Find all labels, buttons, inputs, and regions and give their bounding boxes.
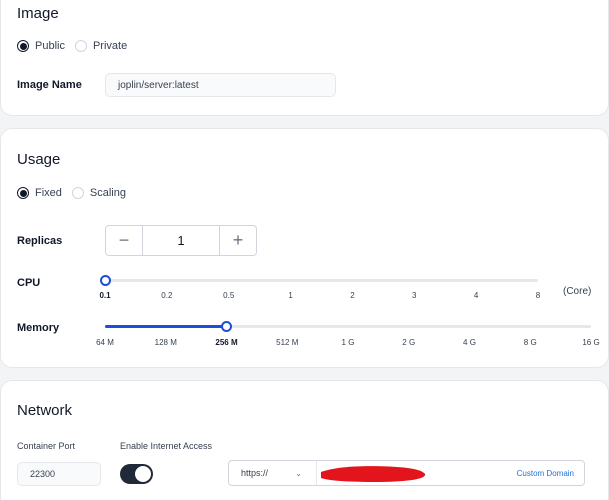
memory-tick-label[interactable]: 8 G: [524, 338, 537, 347]
cpu-label: CPU: [17, 277, 41, 289]
internet-access-toggle[interactable]: [120, 464, 153, 484]
protocol-value: https://: [241, 468, 269, 478]
radio-private-label: Private: [92, 40, 128, 52]
usage-mode-radio-group: Fixed Scaling: [17, 187, 136, 199]
redaction-mark: [321, 466, 426, 482]
container-port-input[interactable]: 22300: [17, 462, 101, 486]
radio-fixed[interactable]: Fixed: [17, 187, 62, 199]
domain-input-group: https:// ⌄ Custom Domain: [228, 460, 585, 486]
image-name-input[interactable]: joplin/server:latest: [105, 73, 336, 97]
custom-domain-link[interactable]: Custom Domain: [517, 461, 574, 485]
visibility-radio-group: Public Private: [17, 40, 137, 52]
memory-tick-label[interactable]: 1 G: [342, 338, 355, 347]
usage-section-title: Usage: [17, 151, 61, 168]
cpu-slider-thumb[interactable]: [99, 275, 111, 286]
image-name-label: Image Name: [17, 79, 82, 91]
cpu-tick-label[interactable]: 4: [474, 291, 478, 300]
radio-scaling[interactable]: Scaling: [71, 187, 126, 199]
internet-access-label: Enable Internet Access: [120, 441, 213, 451]
cpu-unit-label: (Core): [563, 286, 592, 297]
cpu-tick-label[interactable]: 1: [288, 291, 292, 300]
redaction-scribble: [321, 466, 426, 482]
memory-tick-label[interactable]: 512 M: [276, 338, 298, 347]
image-section-title: Image: [17, 5, 59, 22]
memory-tick-label[interactable]: 4 G: [463, 338, 476, 347]
radio-public[interactable]: Public: [17, 40, 65, 52]
radio-public-indicator[interactable]: [17, 40, 29, 52]
replicas-stepper: − 1 +: [105, 225, 257, 256]
usage-card: [0, 128, 609, 368]
radio-public-label: Public: [35, 40, 65, 52]
container-port-label: Container Port: [17, 441, 76, 451]
network-section-title: Network: [17, 402, 73, 419]
replicas-increment-button[interactable]: +: [220, 226, 256, 255]
cpu-tick-label[interactable]: 0.5: [223, 291, 234, 300]
radio-private[interactable]: Private: [74, 40, 128, 52]
protocol-select[interactable]: https:// ⌄: [229, 461, 317, 485]
memory-slider-fill: [105, 325, 227, 328]
cpu-slider-track[interactable]: [105, 279, 538, 282]
replicas-label: Replicas: [17, 235, 63, 247]
radio-fixed-label: Fixed: [35, 187, 62, 199]
memory-tick-label[interactable]: 128 M: [155, 338, 177, 347]
cpu-tick-label[interactable]: 0.1: [99, 291, 110, 300]
memory-tick-label[interactable]: 256 M: [215, 338, 237, 347]
chevron-down-icon: ⌄: [295, 468, 302, 478]
cpu-tick-label[interactable]: 3: [412, 291, 416, 300]
radio-scaling-label: Scaling: [89, 187, 126, 199]
cpu-tick-label[interactable]: 0.2: [161, 291, 172, 300]
radio-private-indicator[interactable]: [74, 40, 87, 52]
memory-tick-label[interactable]: 16 G: [582, 338, 599, 347]
memory-tick-label[interactable]: 2 G: [402, 338, 415, 347]
memory-tick-label[interactable]: 64 M: [96, 338, 114, 347]
radio-scaling-indicator[interactable]: [71, 187, 84, 199]
cpu-tick-label[interactable]: 2: [350, 291, 354, 300]
memory-slider-thumb[interactable]: [221, 321, 232, 332]
radio-fixed-indicator[interactable]: [17, 187, 29, 199]
replicas-decrement-button[interactable]: −: [106, 226, 142, 255]
replicas-value[interactable]: 1: [142, 226, 220, 255]
memory-label: Memory: [17, 322, 60, 334]
image-card: [0, 0, 609, 116]
cpu-tick-label[interactable]: 8: [536, 291, 540, 300]
